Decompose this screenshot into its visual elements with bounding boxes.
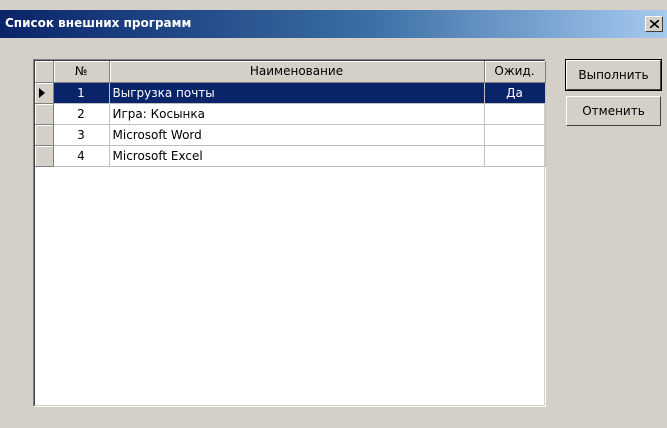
column-header-number[interactable]: № [53, 61, 110, 83]
row-indicator[interactable] [35, 145, 54, 167]
cell-name[interactable]: Microsoft Word [109, 124, 485, 146]
table-row[interactable]: 1 Выгрузка почты Да [35, 82, 546, 104]
column-header-name[interactable]: Наименование [109, 61, 485, 83]
cell-wait[interactable] [484, 124, 546, 146]
row-indicator[interactable] [35, 82, 54, 104]
current-row-arrow-icon [39, 87, 45, 98]
cell-number[interactable]: 1 [53, 82, 110, 104]
title-bar[interactable]: Список внешних программ [0, 10, 667, 38]
cell-wait[interactable] [484, 103, 546, 125]
close-icon [650, 20, 659, 28]
cell-number[interactable]: 2 [53, 103, 110, 125]
table-row[interactable]: 3 Microsoft Word [35, 124, 546, 146]
close-button[interactable] [645, 16, 663, 32]
row-indicator[interactable] [35, 124, 54, 146]
header-indicator [35, 61, 54, 83]
cell-wait[interactable] [484, 145, 546, 167]
cell-number[interactable]: 4 [53, 145, 110, 167]
cancel-button[interactable]: Отменить [566, 96, 661, 126]
cell-number[interactable]: 3 [53, 124, 110, 146]
run-button[interactable]: Выполнить [565, 59, 662, 91]
cell-name[interactable]: Выгрузка почты [109, 82, 485, 104]
row-indicator[interactable] [35, 103, 54, 125]
cell-name[interactable]: Игра: Косынка [109, 103, 485, 125]
external-programs-dialog: Список внешних программ № Наименование О… [0, 0, 667, 428]
column-header-wait[interactable]: Ожид. [484, 61, 546, 83]
cell-name[interactable]: Microsoft Excel [109, 145, 485, 167]
window-title: Список внешних программ [5, 16, 192, 30]
table-row[interactable]: 2 Игра: Косынка [35, 103, 546, 125]
table-header-row: № Наименование Ожид. [35, 61, 546, 83]
table-row[interactable]: 4 Microsoft Excel [35, 145, 546, 167]
cell-wait[interactable]: Да [484, 82, 546, 104]
programs-table[interactable]: № Наименование Ожид. 1 Выгрузка почты Да… [33, 59, 546, 407]
